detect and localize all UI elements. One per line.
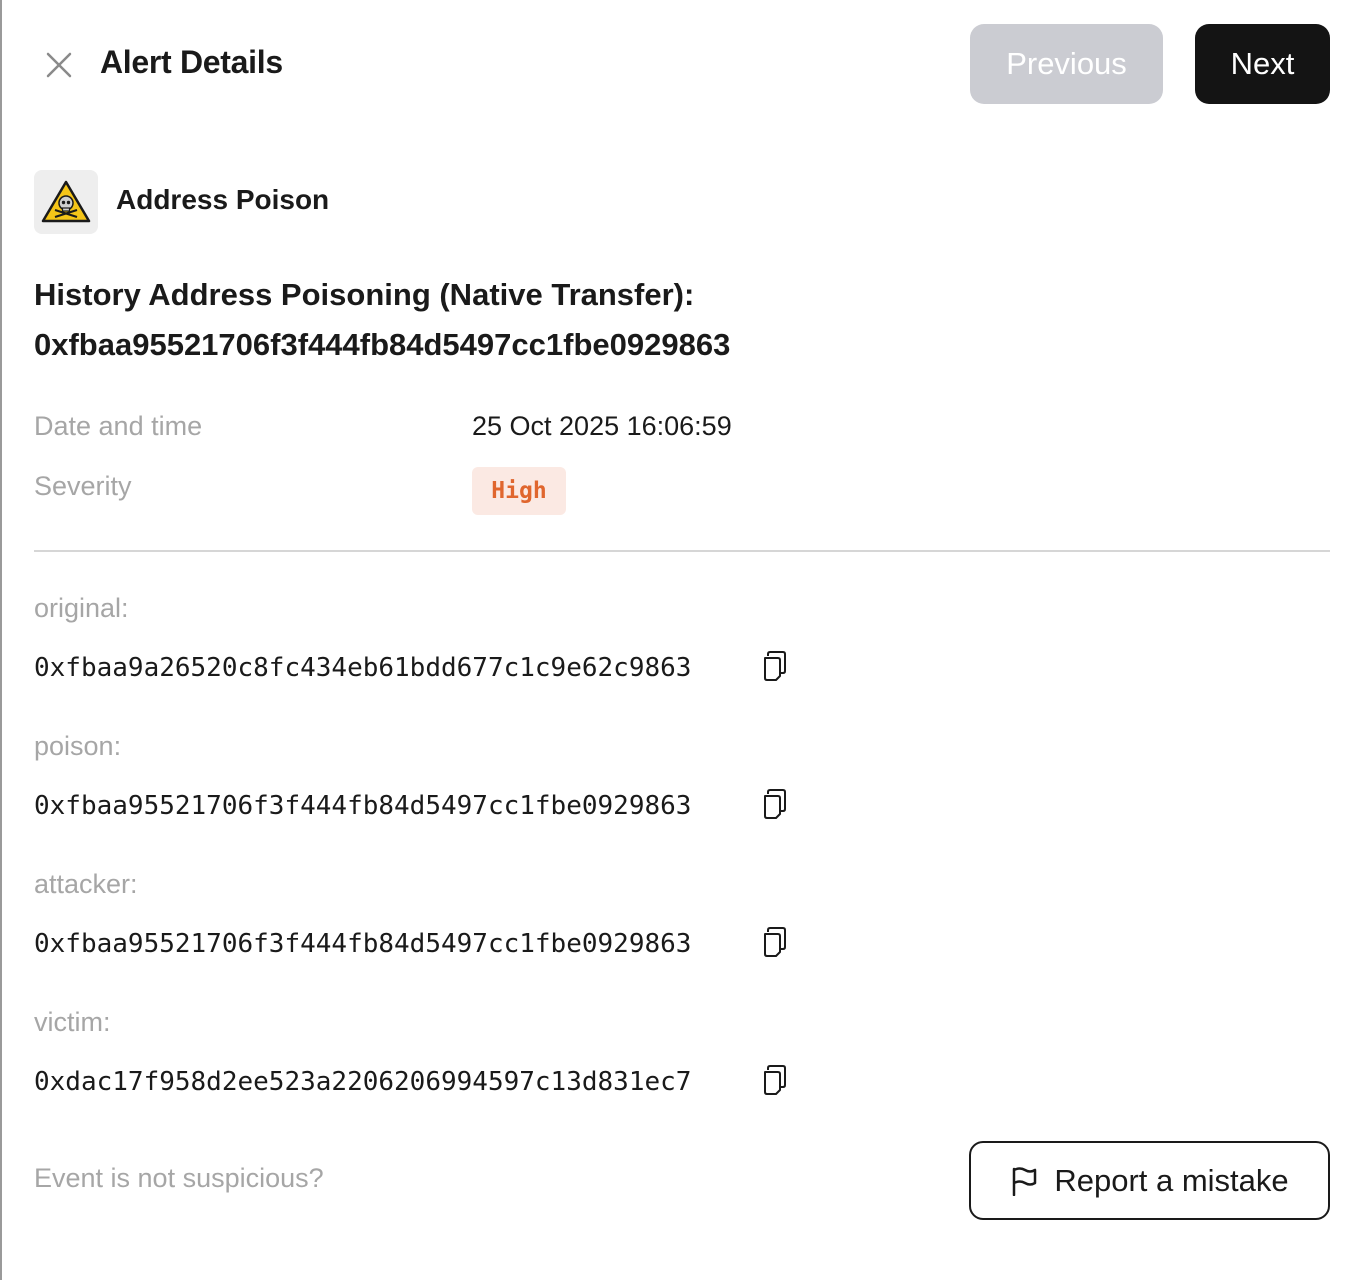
victim-label: victim: bbox=[34, 1007, 111, 1037]
severity-label: Severity bbox=[34, 471, 132, 501]
close-icon bbox=[46, 52, 72, 78]
divider bbox=[34, 550, 1330, 552]
severity-badge: High bbox=[472, 467, 566, 515]
attacker-address: 0xfbaa95521706f3f444fb84d5497cc1fbe09298… bbox=[34, 929, 692, 959]
date-time-label: Date and time bbox=[34, 411, 203, 441]
original-label: original: bbox=[34, 593, 129, 623]
alert-title: History Address Poisoning (Native Transf… bbox=[34, 270, 1324, 370]
copy-icon[interactable] bbox=[762, 927, 788, 957]
poison-label: poison: bbox=[34, 731, 122, 761]
copy-icon[interactable] bbox=[762, 651, 788, 681]
alert-details-panel: Alert Details Previous Next Address Pois… bbox=[0, 0, 1356, 1280]
copy-icon[interactable] bbox=[762, 789, 788, 819]
page-title: Alert Details bbox=[100, 44, 283, 80]
alert-type-icon-box bbox=[34, 170, 98, 234]
date-time-value: 25 Oct 2025 16:06:59 bbox=[472, 411, 732, 441]
copy-icon[interactable] bbox=[762, 1065, 788, 1095]
close-button[interactable] bbox=[40, 46, 78, 84]
next-button[interactable]: Next bbox=[1195, 24, 1330, 104]
original-address: 0xfbaa9a26520c8fc434eb61bdd677c1c9e62c98… bbox=[34, 653, 692, 683]
report-mistake-button[interactable]: Report a mistake bbox=[969, 1141, 1330, 1220]
skull-warning-icon bbox=[41, 180, 91, 223]
alert-title-address: 0xfbaa95521706f3f444fb84d5497cc1fbe09298… bbox=[34, 327, 731, 362]
flag-icon bbox=[1013, 1166, 1037, 1196]
not-suspicious-question: Event is not suspicious? bbox=[34, 1163, 324, 1193]
previous-button[interactable]: Previous bbox=[970, 24, 1163, 104]
report-mistake-label: Report a mistake bbox=[1054, 1162, 1289, 1198]
poison-address: 0xfbaa95521706f3f444fb84d5497cc1fbe09298… bbox=[34, 791, 692, 821]
alert-title-line1: History Address Poisoning (Native Transf… bbox=[34, 277, 695, 312]
alert-type-label: Address Poison bbox=[116, 184, 330, 215]
attacker-label: attacker: bbox=[34, 869, 138, 899]
victim-address: 0xdac17f958d2ee523a2206206994597c13d831e… bbox=[34, 1067, 692, 1097]
